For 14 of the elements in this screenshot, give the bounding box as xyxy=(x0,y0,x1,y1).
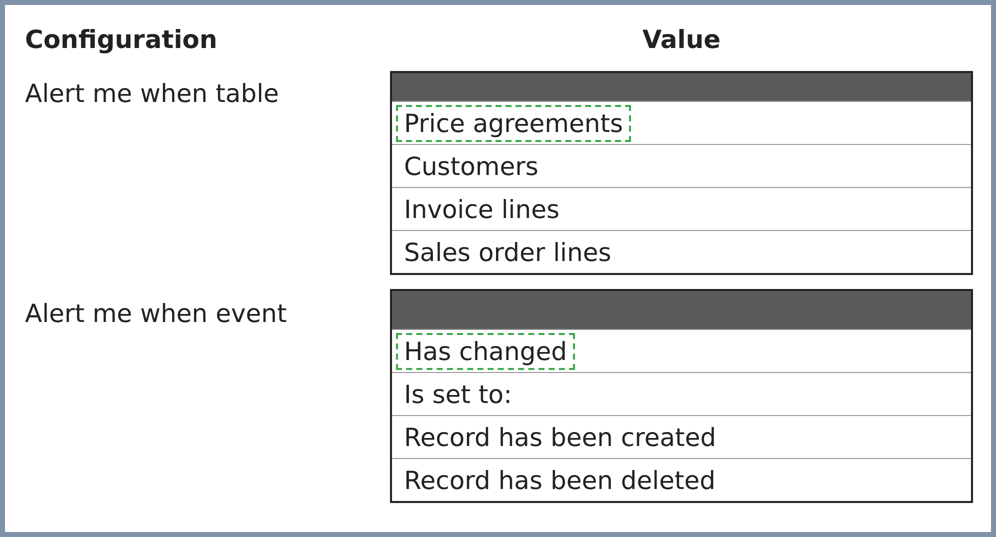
list-option[interactable]: Record has been created xyxy=(396,418,724,456)
dropdown-header[interactable] xyxy=(392,291,971,329)
row-label: Alert me when table xyxy=(25,78,280,110)
row-label: Alert me when event xyxy=(25,298,288,330)
list-option[interactable]: Invoice lines xyxy=(396,190,568,228)
column-heading: Value xyxy=(641,25,722,56)
list-option[interactable]: Is set to: xyxy=(396,376,520,412)
list-option[interactable]: Price agreements xyxy=(396,104,632,142)
column-heading: Configuration xyxy=(25,25,218,56)
list-option[interactable]: Sales order lines xyxy=(396,234,620,270)
dropdown-header[interactable] xyxy=(392,73,971,101)
list-option[interactable]: Has changed xyxy=(396,332,575,370)
list-option[interactable]: Record has been deleted xyxy=(396,462,724,498)
list-option[interactable]: Customers xyxy=(396,148,546,184)
